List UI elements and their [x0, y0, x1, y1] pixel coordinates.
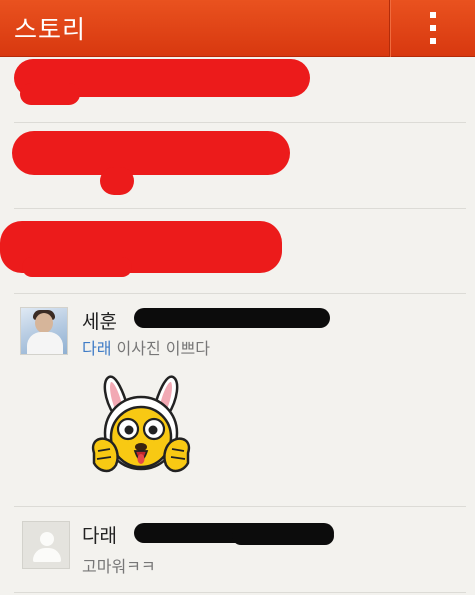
- row-separator: [14, 208, 466, 209]
- comment-author[interactable]: 다래: [82, 521, 117, 548]
- story-comments: 세훈 다래 이사진 이쁘다 다래 고마워ㅋㅋ: [0, 57, 475, 595]
- bunny-ear-character-sticker: [91, 375, 191, 473]
- more-options-button[interactable]: [390, 0, 475, 57]
- app-bar: 스토리: [0, 0, 475, 57]
- redacted-text: [134, 308, 330, 328]
- comment-author[interactable]: 세훈: [82, 307, 117, 334]
- redacted-text: [232, 527, 334, 545]
- comment-body: 고마워ㅋㅋ: [82, 557, 156, 576]
- default-avatar[interactable]: [22, 521, 70, 569]
- mention-link[interactable]: 다래: [82, 339, 111, 358]
- comment-text: 다래 이사진 이쁘다: [82, 335, 210, 359]
- author-avatar[interactable]: [20, 307, 68, 355]
- app-bar-title: 스토리: [14, 15, 87, 44]
- row-separator: [14, 293, 466, 294]
- row-separator: [14, 122, 466, 123]
- row-separator: [14, 592, 466, 593]
- comment-body: 이사진 이쁘다: [116, 339, 210, 358]
- row-separator: [14, 506, 466, 507]
